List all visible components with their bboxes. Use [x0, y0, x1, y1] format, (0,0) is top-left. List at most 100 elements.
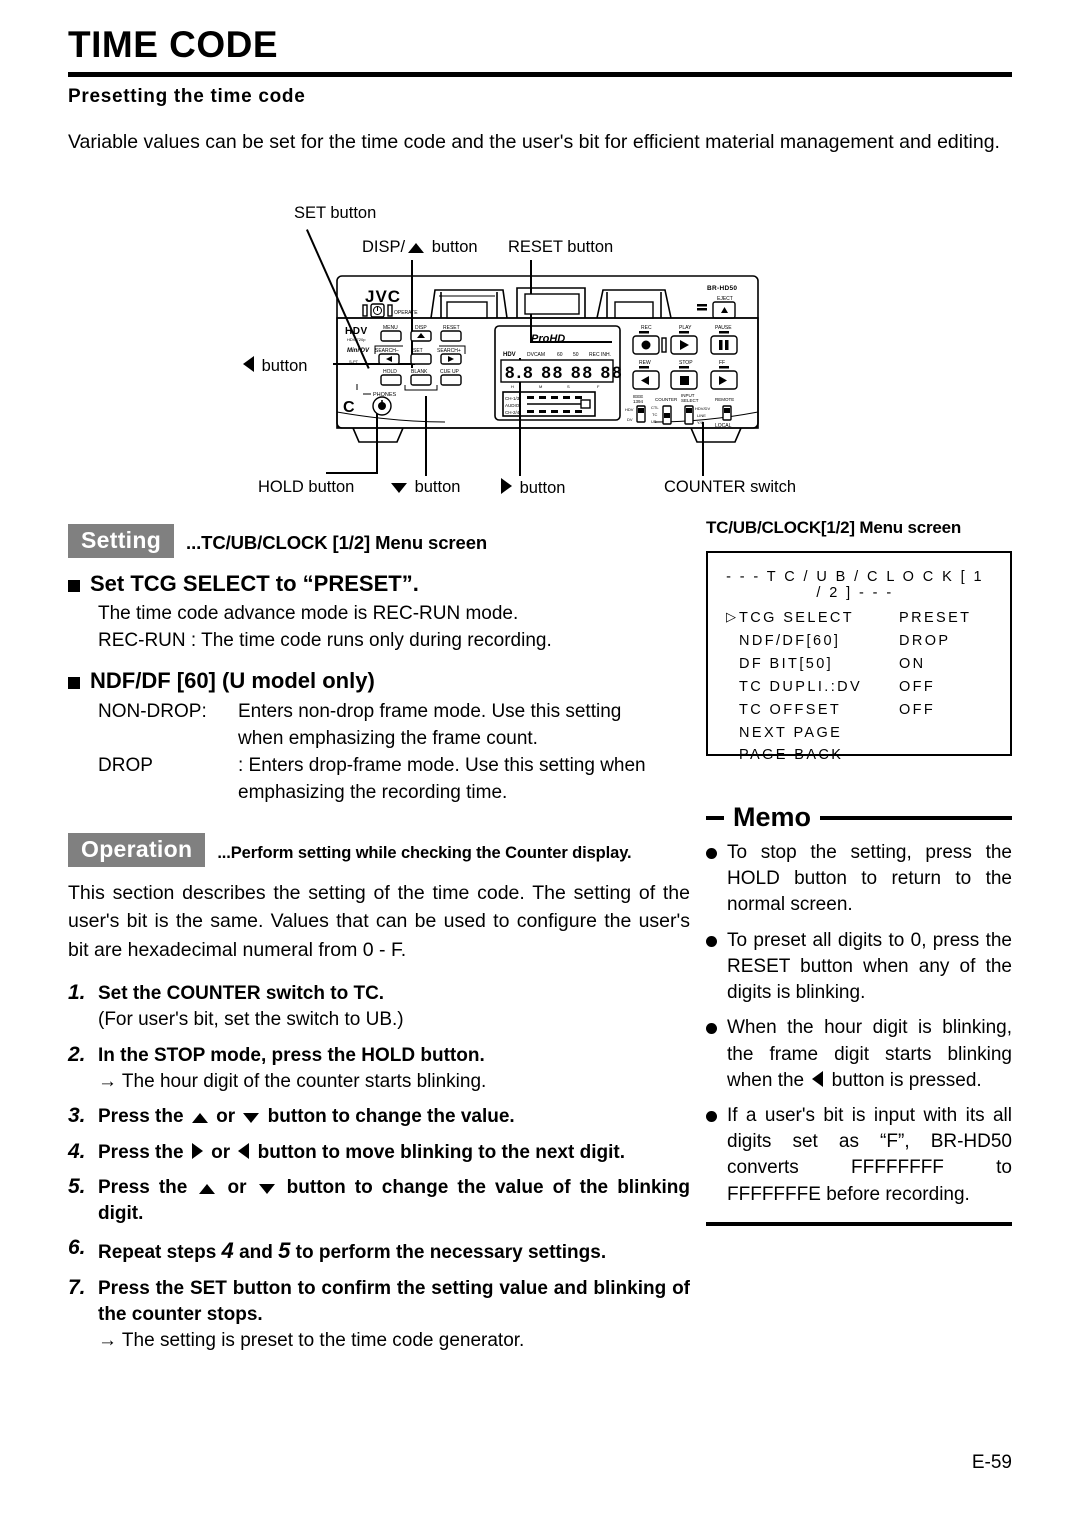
callout-counter-switch: COUNTER switch [664, 478, 797, 496]
menu-row: TC DUPLI.:DV OFF [726, 676, 998, 699]
square-bullet-icon [68, 580, 80, 592]
menu-item-value [899, 744, 998, 767]
svg-text:LOCAL: LOCAL [715, 423, 732, 429]
step-3-part-c: button to change the value. [262, 1106, 515, 1128]
memo-item-text: To stop the setting, press the HOLD butt… [727, 842, 1012, 916]
memo-item-text: When the hour digit is blinking, the fra… [727, 1015, 1012, 1094]
menu-screen-caption: TC/UB/CLOCK[1/2] Menu screen [706, 518, 962, 537]
step-6-part-c: to perform the necessary settings. [290, 1242, 607, 1264]
memo-dash-icon [706, 815, 724, 820]
step-3-part-a: Press the [98, 1106, 189, 1128]
svg-text:EJECT: EJECT [717, 296, 733, 302]
step-6-part-b: and [233, 1242, 279, 1264]
menu-row: NEXT PAGE [726, 722, 998, 745]
page-number: E-59 [971, 1452, 1012, 1473]
definition-non-drop: NON-DROP: Enters non-drop frame mode. Us… [98, 699, 690, 726]
setting-bullet-1: Set TCG SELECT to “PRESET”. [68, 571, 690, 597]
callout-disp-button: DISP/ button [362, 238, 478, 257]
callout-right-label: button [515, 479, 566, 497]
step-4-part-a: Press the [98, 1141, 189, 1163]
menu-item-name: TCG SELECT [739, 610, 855, 626]
svg-text:HOLD: HOLD [383, 369, 397, 375]
menu-cursor-icon [726, 653, 739, 676]
menu-row: DF BIT[50] ON [726, 653, 998, 676]
triangle-left-icon [243, 356, 254, 372]
svg-text:REC INH.: REC INH. [589, 352, 611, 358]
triangle-right-icon [501, 478, 512, 494]
definition-drop: DROP : Enters drop-frame mode. Use this … [98, 753, 690, 780]
device-diagram: SET button DISP/ button RESET button but… [240, 200, 860, 510]
step-number: 3. [68, 1104, 86, 1128]
svg-text:HDV: HDV [625, 407, 634, 412]
menu-cursor-icon [726, 676, 739, 699]
menu-cursor-icon [726, 744, 739, 767]
step-2: 2. In the STOP mode, press the HOLD butt… [68, 1043, 690, 1069]
svg-text:1394: 1394 [633, 399, 644, 404]
memo-item: To preset all digits to 0, press the RES… [706, 928, 1012, 1007]
svg-text:DISP: DISP [415, 325, 427, 331]
menu-screen-list: ▷ TCG SELECT PRESET NDF/DF[60] DROP DF B… [726, 607, 998, 767]
operation-steps: 1. Set the COUNTER switch to TC. (For us… [68, 981, 690, 1355]
svg-text:M: M [539, 384, 542, 389]
step-7: 7. Press the SET button to confirm the s… [68, 1276, 690, 1328]
menu-row: TC OFFSET OFF [726, 699, 998, 722]
memo-bottom-rule [706, 1221, 1012, 1226]
page-title: TIME CODE [68, 24, 279, 65]
menu-item-name: TC OFFSET [739, 701, 842, 718]
triangle-up-icon [408, 243, 425, 253]
step-6-part-a: Repeat steps [98, 1242, 222, 1264]
triangle-up-icon [191, 1113, 208, 1124]
svg-text:HDV 720p: HDV 720p [347, 337, 366, 342]
step-2-sub: → The hour digit of the counter starts b… [98, 1070, 487, 1092]
operation-intro: This section describes the setting of th… [68, 881, 690, 962]
step-3: 3. Press the or button to change the val… [68, 1104, 690, 1130]
step-4-part-c: button to move blinking to the next digi… [252, 1141, 625, 1163]
svg-text:S: S [567, 384, 570, 389]
memo-item: When the hour digit is blinking, the fra… [706, 1015, 1012, 1094]
svg-text:C: C [343, 399, 355, 416]
step-1-sub: (For user's bit, set the switch to UB.) [98, 1009, 404, 1030]
memo-item-3-part-b: button is pressed. [826, 1069, 982, 1091]
svg-text:OPERATE: OPERATE [394, 310, 418, 316]
menu-row: PAGE BACK [726, 744, 998, 767]
svg-text:COUNTER: COUNTER [655, 397, 678, 402]
svg-text:DVCAM: DVCAM [527, 352, 545, 358]
svg-text:FF: FF [719, 360, 725, 366]
callout-reset-button: RESET button [508, 238, 614, 256]
document-page: TIME CODE Presetting the time code Varia… [0, 0, 1080, 1529]
memo-header: Memo [706, 804, 1012, 831]
triangle-left-icon [812, 1070, 824, 1087]
svg-text:SELECT: SELECT [681, 398, 699, 403]
step-number: 1. [68, 980, 86, 1004]
title-divider [68, 72, 1012, 77]
setting-note: ...TC/UB/CLOCK [1/2] Menu screen [186, 532, 488, 553]
page-header: TIME CODE Presetting the time code [68, 26, 1012, 108]
callout-left-label: button [257, 357, 308, 375]
svg-text:AUDIO: AUDIO [505, 403, 520, 408]
svg-text:LINE: LINE [697, 413, 706, 418]
svg-text:SET: SET [413, 348, 423, 354]
left-column: Setting ...TC/UB/CLOCK [1/2] Menu screen… [68, 524, 690, 1355]
memo-item-text: If a user's bit is input with its all di… [727, 1104, 1012, 1205]
bullet-dot-icon [706, 1110, 717, 1122]
triangle-left-icon [238, 1142, 250, 1159]
menu-screen-box: - - - T C / U B / C L O C K [ 1 / 2 ] - … [706, 551, 1012, 763]
definition-key: NON-DROP: [98, 700, 207, 722]
svg-text:Y/C: Y/C [697, 420, 704, 425]
svg-text:PAUSE: PAUSE [715, 325, 732, 331]
callout-down-label: button [410, 478, 461, 496]
step-5-part-b: or [218, 1176, 256, 1198]
step-6-ref-1: 4 [221, 1238, 234, 1264]
svg-text:REC: REC [641, 325, 652, 331]
step-number: 2. [68, 1042, 86, 1066]
svg-text:HDV: HDV [503, 352, 516, 358]
menu-cursor-icon [726, 630, 739, 653]
menu-row: NDF/DF[60] DROP [726, 630, 998, 653]
setting-bullet-2-title: NDF/DF [60] (U model only) [90, 667, 375, 693]
menu-item-value: PRESET [899, 610, 972, 626]
menu-item-value: ON [899, 655, 926, 672]
callout-disp-prefix: DISP/ [362, 238, 406, 256]
triangle-up-icon [199, 1183, 216, 1194]
setting-bullet-1-line-1: The time code advance mode is REC-RUN mo… [98, 603, 519, 624]
menu-item-value [899, 722, 998, 745]
